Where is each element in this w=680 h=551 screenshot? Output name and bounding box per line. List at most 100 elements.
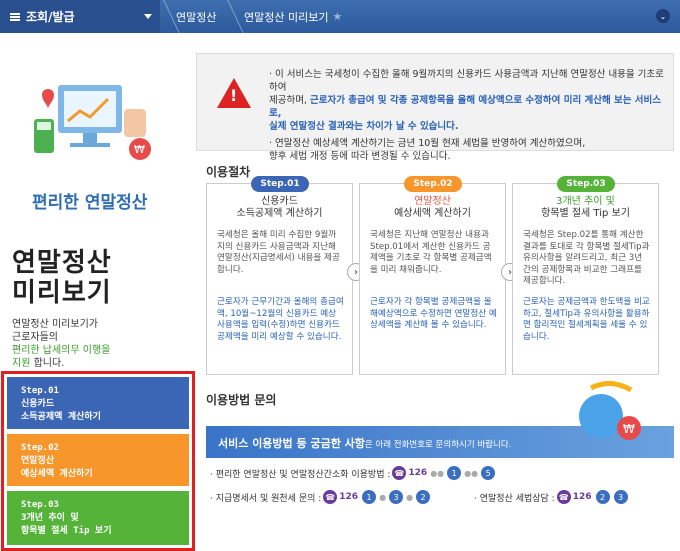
card-highlight: 근로자가 각 항목별 공제금액을 올해예상액으로 수정하면 연말정산 예상세액을… — [370, 297, 497, 330]
menu-number: 2 — [595, 490, 610, 504]
phone-number: 126 — [339, 492, 359, 502]
step-badge: Step.01 — [251, 176, 309, 192]
notice-text: · 이 서비스는 국세청이 수집한 올해 9월까지의 신용카드 사용금액과 지난… — [269, 68, 669, 163]
description-line: 연말정산 미리보기가 — [12, 319, 98, 330]
card-title-line: 신용카드 — [261, 196, 298, 207]
card-description: 국세청은 올해 미리 수집한 9월까지의 신용카드 사용금액과 지난해 연말정산… — [217, 230, 340, 275]
notice-line: 향후 세법 개정 등에 따라 변경될 수 있습니다. — [269, 151, 451, 162]
dots-icon: ●● — [430, 468, 445, 478]
contact-label: · 연말정산 세법상담 : — [474, 493, 555, 504]
phone-number: 126 — [408, 468, 428, 478]
inquiry-banner-strong: 서비스 이용방법 등 궁금한 사항 — [218, 437, 365, 450]
inquiry-banner-text: 서비스 이용방법 등 궁금한 사항은 아래 전화번호로 문의하시기 바랍니다. — [218, 435, 511, 451]
breadcrumb-yearend[interactable]: 연말정산 — [176, 0, 216, 33]
contact-label: · 지급명세서 및 원천세 문의 : — [210, 493, 322, 504]
description-line: 지원 합니다. — [12, 357, 110, 370]
card-description: 국세청은 Step.02를 통해 계산한 결과를 토대로 각 항목별 절세Tip… — [523, 230, 650, 286]
notice-box: ! · 이 서비스는 국세청이 수집한 올해 9월까지의 신용카드 사용금액과 … — [196, 53, 674, 162]
contact-label: · 편리한 연말정산 및 연말정산간소화 이용방법 : — [210, 469, 391, 480]
step03-card: Step.03 3개년 추이 및 항목별 절세 Tip 보기 국세청은 Step.… — [512, 176, 659, 375]
menu-label: 조회/발급 — [26, 10, 75, 24]
description-highlight: 편리한 납세의무 이행을 — [12, 345, 111, 356]
procedure-title: 이용절차 — [206, 165, 251, 179]
description-text: 합니다. — [30, 358, 65, 369]
step-label: 예상세액 계산하기 — [21, 469, 93, 479]
breadcrumb-yearend-label: 연말정산 — [176, 10, 217, 24]
description-highlight: 지원 — [12, 358, 31, 369]
step03-button[interactable]: Step.03 3개년 추이 및 항목별 절세 Tip 보기 — [7, 491, 189, 545]
step-label: Step.01 — [21, 386, 59, 396]
step02-card: Step.02 연말정산 예상세액 계산하기 국세청은 지난해 연말정산 내용과 … — [359, 176, 506, 375]
card-title-line: 3개년 추이 및 — [556, 196, 615, 207]
phone-support-illustration: ₩ — [579, 381, 641, 440]
notice-text-highlight: 근로자가 총급여 및 각종 공제항목을 올해 예상액으로 수정하여 미리 계산해… — [269, 95, 662, 119]
star-icon[interactable]: ★ — [332, 10, 342, 23]
step-badge: Step.02 — [404, 176, 462, 192]
menu-dropdown-button[interactable]: 조회/발급 — [0, 0, 160, 33]
left-panel: ₩ 편리한 연말정산 연말정산 미리보기 연말정산 미리보기가 근로자들의 편리… — [0, 33, 196, 551]
card-title-line: 소득공제액 계산하기 — [236, 208, 323, 219]
card-title: 신용카드 소득공제액 계산하기 — [207, 196, 352, 220]
menu-number: 1 — [362, 490, 377, 504]
phone-icon: ☎ — [323, 490, 338, 504]
card-highlight: 근로자가 근무기간과 올해의 총급여액, 10월~12월의 신용카드 예상 사용… — [217, 297, 344, 342]
card-highlight: 근로자는 공제금액과 한도액을 비교하고, 절세Tip과 유의사항을 활용하면 … — [523, 297, 650, 342]
step-label: 연말정산 — [21, 456, 55, 466]
card-title-line: 항목별 절세 Tip 보기 — [541, 208, 630, 219]
menu-number: 2 — [416, 490, 431, 504]
step01-button[interactable]: Step.01 신용카드 소득공제액 계산하기 — [7, 377, 189, 429]
step02-button[interactable]: Step.02 연말정산 예상세액 계산하기 — [7, 434, 189, 486]
dots-icon: ●● — [464, 468, 479, 478]
contact-line-1: · 편리한 연말정산 및 연말정산간소화 이용방법 : ☎ 126 ●● 1 ●● 5 — [210, 466, 497, 480]
page-title: 연말정산 미리보기 — [12, 248, 112, 308]
phone-icon: ☎ — [392, 466, 407, 480]
step-label: 항목별 절세 Tip 보기 — [21, 526, 112, 536]
warning-exclamation: ! — [230, 86, 238, 105]
caret-down-icon — [144, 14, 152, 19]
menu-number: 1 — [447, 466, 462, 480]
inquiry-banner-rest: 은 아래 전화번호로 문의하시기 바랍니다. — [364, 440, 512, 450]
step-label: Step.03 — [21, 500, 59, 510]
step-label: Step.02 — [21, 443, 59, 453]
contact-line-2: · 지급명세서 및 원천세 문의 : ☎ 126 1 ● 3 ● 2 — [210, 490, 432, 504]
notice-text-plain: 제공하며, — [269, 95, 310, 106]
breadcrumb-preview[interactable]: 연말정산 미리보기 ★ — [244, 0, 342, 33]
menu-number: 3 — [389, 490, 404, 504]
notice-line: · 이 서비스는 국세청이 수집한 올해 9월까지의 신용카드 사용금액과 지난… — [269, 69, 664, 93]
dots-icon: ● — [379, 492, 387, 502]
dots-icon: ● — [406, 492, 414, 502]
card-description: 국세청은 지난해 연말정산 내용과 Step.01에서 계산한 신용카드 공제액… — [370, 230, 492, 275]
breadcrumb-preview-label: 연말정산 미리보기 — [244, 10, 329, 24]
phone-number: 126 — [572, 492, 592, 502]
step-label: 소득공제액 계산하기 — [21, 412, 101, 422]
step-label: 3개년 추이 및 — [21, 513, 79, 523]
contact-line-3: · 연말정산 세법상담 : ☎ 126 2 3 — [474, 490, 630, 504]
menu-number: 5 — [481, 466, 496, 480]
notice-line: · 연말정산 예상세액 계산하기는 금년 10월 현재 세법을 반영하여 계산하… — [269, 138, 586, 149]
svg-text:₩: ₩ — [134, 143, 145, 156]
hamburger-icon — [10, 12, 20, 21]
page-title-line1: 연말정산 — [12, 248, 112, 278]
breadcrumb-separator — [216, 0, 244, 33]
card-title: 3개년 추이 및 항목별 절세 Tip 보기 — [513, 196, 658, 220]
page-description: 연말정산 미리보기가 근로자들의 편리한 납세의무 이행을 지원 합니다. — [12, 318, 110, 370]
top-navigation-bar: 조회/발급 연말정산 연말정산 미리보기 ★ ⌄ — [0, 0, 680, 33]
step-label: 신용카드 — [21, 399, 55, 409]
step01-card: Step.01 신용카드 소득공제액 계산하기 국세청은 올해 미리 수집한 9월… — [206, 176, 353, 375]
step-badge: Step.03 — [557, 176, 615, 192]
card-title-line: 연말정산 — [414, 196, 451, 207]
page-title-line2: 미리보기 — [12, 278, 112, 308]
menu-number: 3 — [613, 490, 628, 504]
step-buttons-group: Step.01 신용카드 소득공제액 계산하기 Step.02 연말정산 예상세… — [1, 371, 195, 551]
brand-title: 편리한 연말정산 — [32, 193, 148, 213]
inquiry-title: 이용방법 문의 — [206, 393, 277, 407]
description-line: 근로자들의 — [12, 332, 58, 343]
notice-line: 제공하며, 근로자가 총급여 및 각종 공제항목을 올해 예상액으로 수정하여 … — [269, 94, 669, 120]
phone-icon: ☎ — [556, 490, 571, 504]
card-title-line: 예상세액 계산하기 — [394, 208, 471, 219]
notice-line: 실제 연말정산 결과와는 차이가 날 수 있습니다. — [269, 121, 459, 132]
chevron-down-icon[interactable]: ⌄ — [656, 9, 670, 23]
svg-text:₩: ₩ — [623, 422, 635, 436]
calculator-chart-illustration: ₩ — [34, 85, 151, 160]
card-title: 연말정산 예상세액 계산하기 — [360, 196, 505, 220]
